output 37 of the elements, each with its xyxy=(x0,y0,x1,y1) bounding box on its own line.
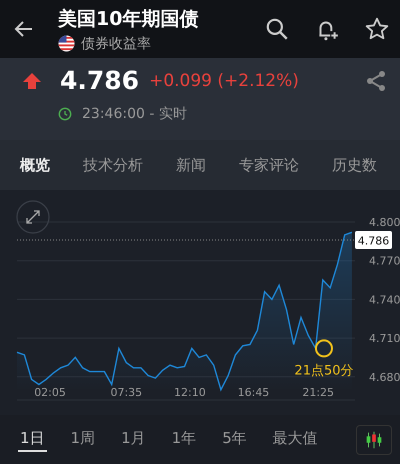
highlight-circle xyxy=(314,339,333,358)
range-tab[interactable]: 1日 xyxy=(18,427,47,452)
bond-subtitle: 债券收益率 xyxy=(81,34,151,52)
range-tab[interactable]: 最大值 xyxy=(270,427,320,452)
tab[interactable]: 专家评论 xyxy=(229,156,308,174)
price-tag: 4.786 xyxy=(355,231,392,250)
bond-title: 美国10年期国债 xyxy=(58,6,200,32)
clock-icon xyxy=(58,107,72,121)
price-change: +0.099 (+2.12%) xyxy=(149,70,300,90)
candlestick-button[interactable] xyxy=(356,424,392,454)
ref-line-label: 4.786 xyxy=(358,234,390,248)
tab[interactable]: 历史数 xyxy=(322,156,386,174)
x-axis-label: 07:35 xyxy=(110,386,142,399)
annotation-label: 21点50分 xyxy=(294,363,354,378)
expand-icon[interactable] xyxy=(16,200,50,234)
tab[interactable]: 新闻 xyxy=(166,156,215,174)
y-axis-label: 4.740 xyxy=(369,293,400,306)
x-axis-label: 02:05 xyxy=(34,386,66,399)
range-tab[interactable]: 1年 xyxy=(170,427,198,452)
search-icon[interactable] xyxy=(264,16,290,42)
x-axis-label: 16:45 xyxy=(238,386,270,399)
tab[interactable]: 概览 xyxy=(10,156,59,174)
price: 4.786 xyxy=(60,66,140,95)
y-axis-label: 4.710 xyxy=(369,332,400,346)
range-tab[interactable]: 1月 xyxy=(119,427,148,452)
flag-icon xyxy=(58,35,75,52)
y-axis-label: 4.680 xyxy=(369,370,400,384)
y-axis-label: 4.770 xyxy=(369,254,400,268)
quote-time: 23:46:00 - 实时 xyxy=(82,105,187,123)
x-axis-label: 12:10 xyxy=(174,386,206,399)
range-tab[interactable]: 1周 xyxy=(68,427,98,452)
tab[interactable]: 技术分析 xyxy=(73,156,152,174)
star-icon[interactable] xyxy=(364,16,390,42)
y-axis-label: 4.800 xyxy=(369,216,400,229)
range-tab[interactable]: 5年 xyxy=(220,427,249,452)
share-icon[interactable] xyxy=(364,68,388,92)
x-axis-label: 21:25 xyxy=(302,386,334,399)
